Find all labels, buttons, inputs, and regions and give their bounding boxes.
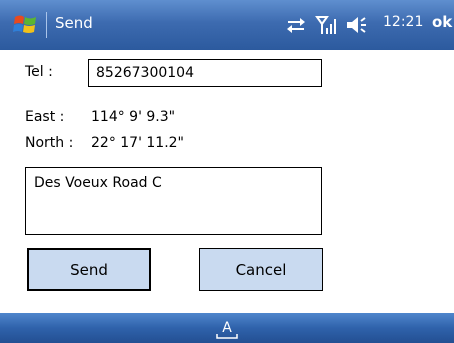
cancel-button-label: Cancel [235,260,287,279]
windows-start-icon[interactable] [12,12,38,38]
north-value: 22° 17' 11.2" [91,135,184,151]
volume-icon[interactable] [345,12,369,38]
east-value: 114° 9' 9.3" [91,109,176,125]
clock[interactable]: 12:21 [383,14,423,30]
send-button[interactable]: Send [27,248,151,291]
signal-strength-icon[interactable] [315,12,339,38]
address-field[interactable]: Des Voeux Road C [25,167,322,235]
soft-input-bar: A [0,313,454,343]
north-label: North : [25,135,74,151]
title-bar: Send 12:21 ok [0,0,454,50]
east-label: East : [25,109,65,125]
cancel-button[interactable]: Cancel [199,248,323,291]
keyboard-icon[interactable]: A [213,315,241,341]
send-button-label: Send [70,260,108,279]
tel-input[interactable]: 85267300104 [88,59,322,87]
window-title: Send [55,14,93,32]
title-divider [46,12,47,38]
tel-label: Tel : [25,64,53,80]
ok-button[interactable]: ok [432,13,452,31]
input-method-label: A [222,320,232,336]
connectivity-icon[interactable] [285,12,307,38]
send-screen: Send 12:21 ok Tel : 85267300104 East : 1… [0,0,454,343]
